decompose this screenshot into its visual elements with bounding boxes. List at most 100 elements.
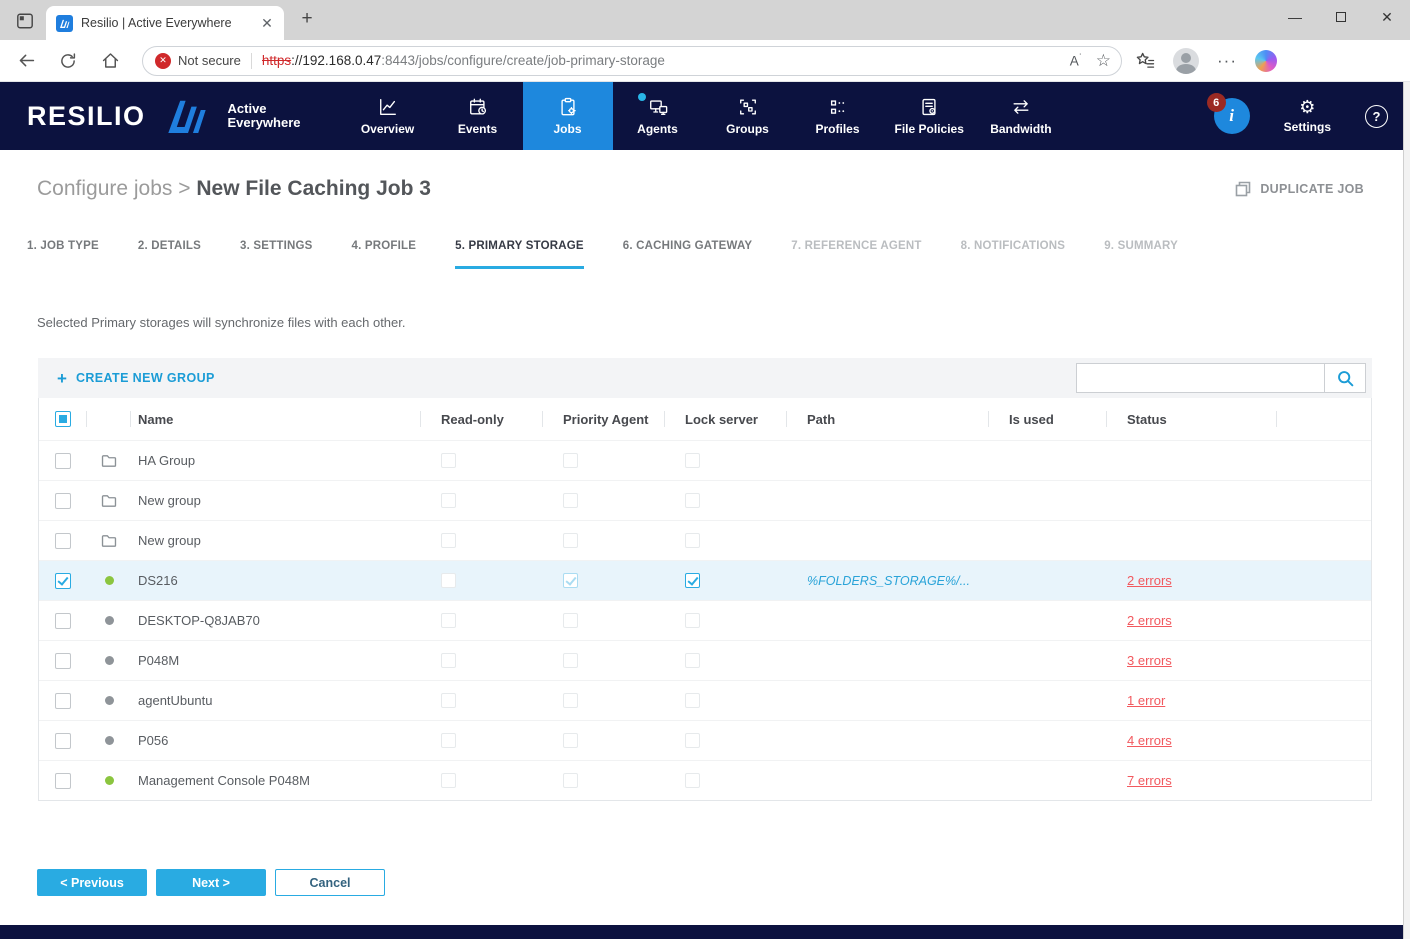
lock-server-checkbox bbox=[685, 773, 700, 788]
table-header: Name Read-only Priority Agent Lock serve… bbox=[39, 398, 1371, 440]
lock-server-checkbox bbox=[685, 453, 700, 468]
browser-scrollbar[interactable] bbox=[1403, 82, 1410, 939]
row-select-checkbox[interactable] bbox=[55, 773, 71, 789]
lock-server-checkbox[interactable] bbox=[685, 573, 700, 588]
status-error-link[interactable]: 4 errors bbox=[1127, 733, 1172, 748]
table-row[interactable]: P056 4 errors bbox=[39, 720, 1371, 760]
read-only-checkbox bbox=[441, 493, 456, 508]
browser-tab-strip: Resilio | Active Everywhere ✕ + — ✕ bbox=[0, 0, 1410, 40]
search-input[interactable] bbox=[1077, 364, 1324, 392]
nav-item-file-policies[interactable]: File Policies bbox=[883, 82, 976, 150]
row-select-checkbox[interactable] bbox=[55, 573, 71, 589]
col-header-lock-server: Lock server bbox=[665, 398, 787, 440]
main-nav: Overview Events Jobs Agents Groups Profi… bbox=[343, 82, 1066, 150]
step-notifications: 8. NOTIFICATIONS bbox=[961, 240, 1066, 269]
online-status-dot bbox=[105, 616, 114, 625]
step-settings[interactable]: 3. SETTINGS bbox=[240, 240, 313, 269]
notifications-info-button[interactable]: i 6 bbox=[1214, 98, 1250, 134]
online-status-dot bbox=[105, 656, 114, 665]
nav-item-groups[interactable]: Groups bbox=[703, 82, 793, 150]
home-icon[interactable] bbox=[94, 45, 126, 77]
back-icon[interactable] bbox=[10, 45, 42, 77]
step-details[interactable]: 2. DETAILS bbox=[138, 240, 201, 269]
browser-tab[interactable]: Resilio | Active Everywhere ✕ bbox=[46, 6, 284, 40]
nav-item-events[interactable]: Events bbox=[433, 82, 523, 150]
search-icon bbox=[1336, 369, 1355, 388]
table-row[interactable]: DS216 %FOLDERS_STORAGE%/... 2 errors bbox=[39, 560, 1371, 600]
col-header-name: Name bbox=[131, 398, 421, 440]
read-only-checkbox bbox=[441, 573, 456, 588]
not-secure-chip[interactable]: ✕ Not secure bbox=[155, 53, 241, 69]
nav-item-overview[interactable]: Overview bbox=[343, 82, 433, 150]
row-select-checkbox[interactable] bbox=[55, 453, 71, 469]
storage-table: Name Read-only Priority Agent Lock serve… bbox=[38, 398, 1372, 801]
col-header-priority-agent: Priority Agent bbox=[543, 398, 665, 440]
col-header-is-used: Is used bbox=[989, 398, 1107, 440]
duplicate-job-button[interactable]: DUPLICATE JOB bbox=[1235, 181, 1364, 197]
nav-item-settings[interactable]: ⚙ Settings bbox=[1284, 99, 1331, 134]
folder-icon bbox=[100, 492, 118, 510]
status-error-link[interactable]: 2 errors bbox=[1127, 613, 1172, 628]
new-tab-button[interactable]: + bbox=[294, 6, 320, 32]
step-job-type[interactable]: 1. JOB TYPE bbox=[27, 240, 99, 269]
favorite-star-icon[interactable]: ☆ bbox=[1096, 51, 1111, 71]
priority-agent-checkbox bbox=[563, 493, 578, 508]
copilot-icon[interactable] bbox=[1255, 50, 1277, 72]
url-bar[interactable]: ✕ Not secure https://192.168.0.47:8443/j… bbox=[142, 46, 1122, 76]
next-button[interactable]: Next > bbox=[156, 869, 266, 896]
nav-item-profiles[interactable]: Profiles bbox=[793, 82, 883, 150]
table-row[interactable]: Management Console P048M 7 errors bbox=[39, 760, 1371, 800]
row-select-checkbox[interactable] bbox=[55, 653, 71, 669]
window-close-button[interactable]: ✕ bbox=[1364, 0, 1410, 34]
window-maximize-button[interactable] bbox=[1318, 0, 1364, 34]
nav-item-jobs[interactable]: Jobs bbox=[523, 82, 613, 150]
app-navbar: RESILIO ActiveEverywhere Overview Events… bbox=[0, 82, 1410, 150]
step-profile[interactable]: 4. PROFILE bbox=[352, 240, 417, 269]
nav-item-agents[interactable]: Agents bbox=[613, 82, 703, 150]
select-all-checkbox[interactable] bbox=[55, 411, 71, 427]
tab-close-icon[interactable]: ✕ bbox=[258, 14, 276, 32]
url-text[interactable]: https://192.168.0.47:8443/jobs/configure… bbox=[262, 53, 1062, 68]
status-error-link[interactable]: 2 errors bbox=[1127, 573, 1172, 588]
jobs-clipboard-icon bbox=[558, 97, 578, 117]
row-select-checkbox[interactable] bbox=[55, 493, 71, 509]
previous-button[interactable]: < Previous bbox=[37, 869, 147, 896]
refresh-icon[interactable] bbox=[52, 45, 84, 77]
cancel-button[interactable]: Cancel bbox=[275, 869, 385, 896]
step-caching-gateway[interactable]: 6. CACHING GATEWAY bbox=[623, 240, 752, 269]
table-row[interactable]: HA Group bbox=[39, 440, 1371, 480]
table-row[interactable]: DESKTOP-Q8JAB70 2 errors bbox=[39, 600, 1371, 640]
create-new-group-button[interactable]: + CREATE NEW GROUP bbox=[57, 370, 215, 387]
favorites-hub-icon[interactable] bbox=[1136, 52, 1155, 69]
app-footer-bar bbox=[0, 925, 1410, 939]
storage-name: agentUbuntu bbox=[131, 681, 421, 720]
breadcrumb: Configure jobs > New File Caching Job 3 bbox=[37, 177, 431, 201]
brand: RESILIO ActiveEverywhere bbox=[0, 82, 301, 150]
browser-profile-avatar[interactable] bbox=[1173, 48, 1199, 74]
status-error-link[interactable]: 1 error bbox=[1127, 693, 1165, 708]
help-icon[interactable]: ? bbox=[1365, 105, 1388, 128]
row-select-checkbox[interactable] bbox=[55, 613, 71, 629]
lock-server-checkbox bbox=[685, 533, 700, 548]
col-header-status: Status bbox=[1107, 398, 1277, 440]
read-aloud-icon[interactable]: Aʾ bbox=[1070, 52, 1082, 69]
table-row[interactable]: New group bbox=[39, 520, 1371, 560]
row-select-checkbox[interactable] bbox=[55, 533, 71, 549]
step-primary-storage[interactable]: 5. PRIMARY STORAGE bbox=[455, 240, 584, 269]
status-error-link[interactable]: 7 errors bbox=[1127, 773, 1172, 788]
table-row[interactable]: New group bbox=[39, 480, 1371, 520]
browser-menu-icon[interactable]: ··· bbox=[1217, 51, 1237, 71]
path-link[interactable]: %FOLDERS_STORAGE%/... bbox=[807, 574, 970, 588]
breadcrumb-parent[interactable]: Configure jobs bbox=[37, 177, 172, 200]
status-error-link[interactable]: 3 errors bbox=[1127, 653, 1172, 668]
row-select-checkbox[interactable] bbox=[55, 733, 71, 749]
row-select-checkbox[interactable] bbox=[55, 693, 71, 709]
priority-agent-checkbox[interactable] bbox=[563, 573, 578, 588]
window-minimize-button[interactable]: — bbox=[1272, 0, 1318, 34]
table-row[interactable]: agentUbuntu 1 error bbox=[39, 680, 1371, 720]
search-button[interactable] bbox=[1324, 364, 1365, 392]
nav-item-bandwidth[interactable]: Bandwidth bbox=[976, 82, 1066, 150]
events-calendar-icon bbox=[468, 97, 488, 117]
tab-actions-menu-icon[interactable] bbox=[12, 8, 38, 34]
table-row[interactable]: P048M 3 errors bbox=[39, 640, 1371, 680]
